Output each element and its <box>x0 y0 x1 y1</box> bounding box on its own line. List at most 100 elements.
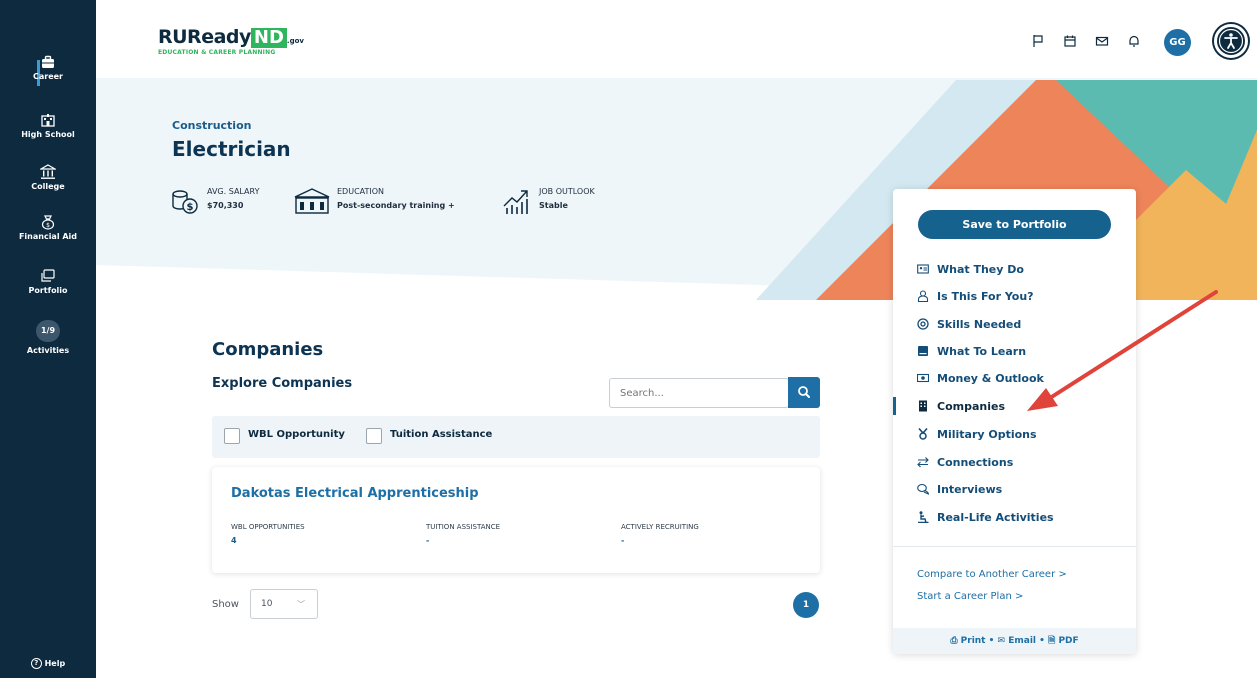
education-icon <box>294 188 330 214</box>
svg-text:$: $ <box>187 202 194 213</box>
nav-label: Real-Life Activities <box>937 510 1054 524</box>
logo-tagline: EDUCATION & CAREER PLANNING <box>158 49 276 56</box>
pagination-page-1[interactable]: 1 <box>793 592 819 618</box>
sidebar-item-activities[interactable]: 1/9 Activities <box>0 318 96 355</box>
page-size-value: 10 <box>261 599 273 609</box>
stat-key: AVG. SALARY <box>207 187 260 196</box>
save-to-portfolio-button[interactable]: Save to Portfolio <box>918 210 1111 239</box>
flag-icon[interactable] <box>1031 34 1045 48</box>
show-label: Show <box>212 599 239 610</box>
arrows-icon <box>917 457 929 468</box>
sidebar-item-label: Portfolio <box>28 286 68 295</box>
card-column-value: - <box>621 536 625 545</box>
sidebar-item-label: Financial Aid <box>18 232 78 241</box>
printer-icon: ⎙ <box>950 636 958 646</box>
portfolio-icon <box>41 269 55 282</box>
filter-bar: WBL Opportunity Tuition Assistance <box>212 416 820 458</box>
nav-label: What They Do <box>937 262 1024 276</box>
svg-text:$: $ <box>46 222 50 229</box>
nav-money-outlook[interactable]: Money & Outlook <box>917 370 1044 386</box>
company-search-field <box>609 378 789 408</box>
user-avatar[interactable]: GG <box>1164 29 1191 56</box>
card-column-key: ACTIVELY RECRUITING <box>621 523 699 531</box>
site-logo[interactable]: RUReady ND .gov EDUCATION & CAREER PLANNIN… <box>158 26 304 56</box>
section-subtitle: Explore Companies <box>212 376 353 391</box>
pdf-icon: 🗎 <box>1048 636 1056 646</box>
nav-label: Connections <box>937 455 1014 469</box>
pdf-link[interactable]: 🗎 PDF <box>1048 636 1079 646</box>
nav-what-to-learn[interactable]: What To Learn <box>917 343 1026 359</box>
nav-label: Money & Outlook <box>937 371 1044 385</box>
card-column-key: WBL OPPORTUNITIES <box>231 523 305 531</box>
print-link[interactable]: ⎙ Print <box>950 636 985 646</box>
accessibility-icon <box>1218 28 1244 54</box>
search-input[interactable] <box>610 379 770 407</box>
section-title: Companies <box>212 339 324 360</box>
mail-icon[interactable] <box>1095 34 1109 48</box>
sidebar-item-career[interactable]: Career <box>0 54 96 81</box>
accessibility-button[interactable] <box>1214 24 1248 58</box>
stat-value: Post-secondary training + <box>337 201 455 210</box>
nav-active-indicator <box>893 397 896 415</box>
email-label: Email <box>1008 636 1037 646</box>
book-icon <box>918 346 928 356</box>
tuition-assistance-checkbox[interactable] <box>366 428 382 444</box>
sidebar-item-portfolio[interactable]: Portfolio <box>0 268 96 295</box>
company-name-link[interactable]: Dakotas Electrical Apprenticeship <box>231 486 479 501</box>
panel-divider <box>893 546 1136 547</box>
start-career-plan-link[interactable]: Start a Career Plan > <box>917 591 1023 602</box>
help-label: Help <box>44 659 66 668</box>
target-icon <box>917 318 929 330</box>
money-icon <box>917 373 929 383</box>
nav-label: Skills Needed <box>937 317 1022 331</box>
search-button[interactable] <box>788 377 820 408</box>
nav-label: What To Learn <box>937 344 1027 358</box>
activities-progress-badge: 1/9 <box>36 320 60 342</box>
share-footer: ⎙ Print • ✉ Email • 🗎 PDF <box>893 628 1136 654</box>
nav-label: Is This For You? <box>937 289 1034 303</box>
nav-companies[interactable]: Companies <box>917 398 1005 414</box>
nav-is-this-for-you[interactable]: Is This For You? <box>917 288 1034 304</box>
career-title: Electrician <box>172 137 291 161</box>
stat-key: EDUCATION <box>337 187 385 196</box>
nav-connections[interactable]: Connections <box>917 454 1013 470</box>
sidebar-item-label: Career <box>32 72 63 81</box>
top-header: RUReady ND .gov EDUCATION & CAREER PLANNIN… <box>96 0 1257 78</box>
nav-label: Companies <box>937 399 1005 413</box>
wbl-opportunity-checkbox[interactable] <box>224 428 240 444</box>
card-column: WBL OPPORTUNITIES 4 <box>231 523 305 545</box>
sidebar-item-college[interactable]: College <box>0 164 96 191</box>
building-icon <box>919 400 927 412</box>
sidebar: Career High School College $ Financial A… <box>0 0 96 678</box>
sidebar-item-high-school[interactable]: High School <box>0 112 96 139</box>
stat-value: Stable <box>539 201 568 210</box>
card-column: ACTIVELY RECRUITING - <box>621 523 699 545</box>
person-icon <box>917 290 929 302</box>
medal-icon <box>918 428 928 440</box>
nav-what-they-do[interactable]: What They Do <box>917 261 1024 277</box>
institution-icon <box>40 164 56 179</box>
compare-career-link[interactable]: Compare to Another Career > <box>917 569 1067 580</box>
help-link[interactable]: ? Help <box>0 658 96 669</box>
nav-real-life-activities[interactable]: Real-Life Activities <box>917 509 1054 525</box>
nav-skills-needed[interactable]: Skills Needed <box>917 316 1021 332</box>
stat-value: $70,330 <box>207 201 244 210</box>
briefcase-icon <box>42 55 54 68</box>
bell-icon[interactable] <box>1127 34 1141 48</box>
logo-ru: RUReady <box>158 26 251 48</box>
salary-icon: $ <box>172 190 198 214</box>
email-link[interactable]: ✉ Email <box>998 636 1036 646</box>
sidebar-item-financial-aid[interactable]: $ Financial Aid <box>0 214 96 241</box>
nav-interviews[interactable]: Interviews <box>917 481 1002 497</box>
activity-icon <box>918 511 929 523</box>
nav-military-options[interactable]: Military Options <box>917 426 1037 442</box>
main-area: RUReady ND .gov EDUCATION & CAREER PLANNIN… <box>96 0 1257 678</box>
mail-icon: ✉ <box>997 636 1006 646</box>
filter-label: WBL Opportunity <box>248 429 345 440</box>
chevron-down-icon: ﹀ <box>297 600 305 609</box>
card-column-key: TUITION ASSISTANCE <box>426 523 501 531</box>
chat-icon <box>917 483 929 495</box>
sidebar-item-label: College <box>31 182 65 191</box>
page-size-select[interactable]: 10 ﹀ <box>250 589 318 619</box>
calendar-icon[interactable] <box>1063 34 1077 48</box>
